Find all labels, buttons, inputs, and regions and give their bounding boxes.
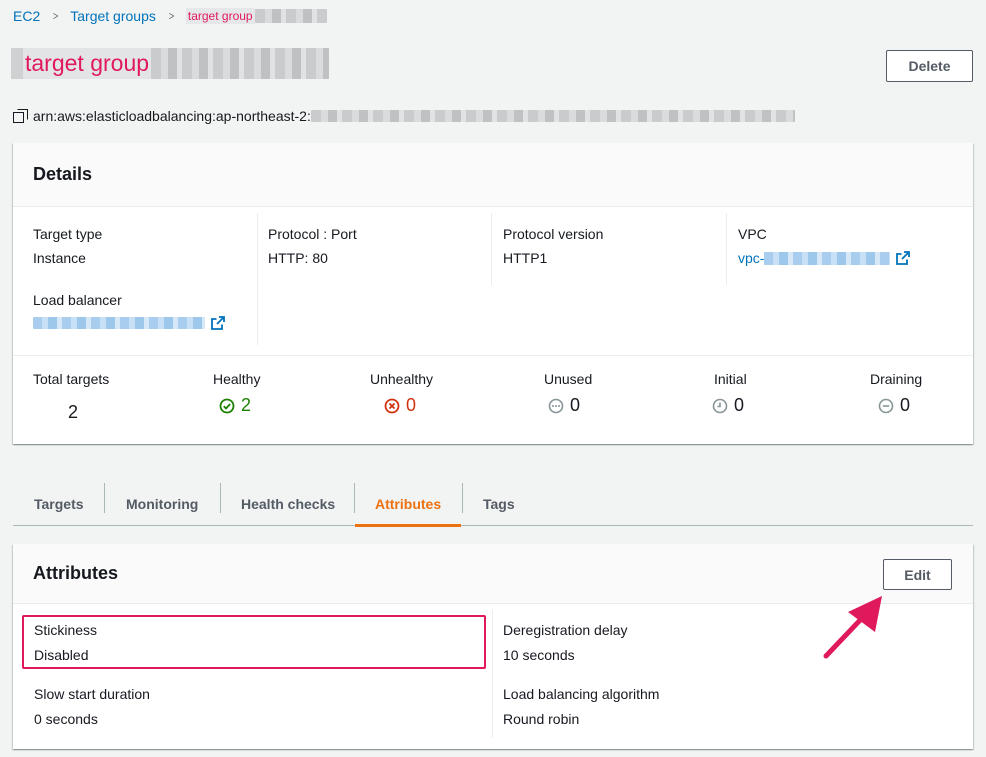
slow-start-value: 0 seconds: [34, 711, 98, 727]
unused-value: 0: [570, 395, 581, 415]
target-type-label: Target type: [33, 226, 103, 242]
copy-icon[interactable]: [13, 109, 28, 123]
healthy-value: 2: [241, 395, 252, 415]
tab-targets[interactable]: Targets: [34, 482, 84, 525]
initial-value: 0: [734, 395, 745, 415]
check-circle-icon: [219, 398, 235, 413]
protocol-port-label: Protocol : Port: [268, 226, 357, 242]
tab-separator: [104, 483, 105, 513]
load-balancer-value[interactable]: [33, 316, 225, 330]
target-type-value: Instance: [33, 250, 86, 266]
load-balancer-link-redacted[interactable]: [33, 317, 205, 329]
arn-text: arn:aws:elasticloadbalancing:ap-northeas…: [33, 108, 311, 124]
tab-separator: [462, 483, 463, 513]
page-title-text: target group: [23, 48, 152, 79]
initial-count: 0: [712, 395, 744, 416]
breadcrumb-separator-icon: >: [52, 9, 59, 23]
arn-redacted: [310, 110, 795, 122]
x-circle-icon: [384, 398, 400, 413]
details-divider: [13, 355, 973, 356]
tab-attributes[interactable]: Attributes: [355, 482, 462, 527]
tab-bar: Targets Monitoring Health checks Attribu…: [13, 482, 973, 527]
details-header: Details: [13, 143, 973, 207]
breadcrumb-current-label: target group: [187, 9, 253, 23]
external-link-icon[interactable]: [211, 316, 225, 330]
attributes-title: Attributes: [33, 563, 118, 583]
delete-button[interactable]: Delete: [886, 50, 973, 82]
unhealthy-label: Unhealthy: [370, 371, 434, 387]
breadcrumb-current-redacted: [254, 9, 327, 23]
tab-health-checks[interactable]: Health checks: [241, 482, 335, 525]
column-divider: [492, 610, 493, 738]
unhealthy-count: 0: [384, 395, 416, 416]
lb-algorithm-label: Load balancing algorithm: [503, 686, 660, 702]
arrow-annotation-icon: [823, 596, 882, 659]
draining-label: Draining: [870, 371, 923, 387]
details-title: Details: [33, 164, 93, 184]
title-redacted: [151, 48, 330, 79]
draining-value: 0: [900, 395, 911, 415]
slow-start-label: Slow start duration: [34, 686, 150, 702]
protocol-port-value: HTTP: 80: [268, 250, 328, 266]
vpc-link[interactable]: vpc-: [738, 250, 764, 266]
deregistration-delay-value: 10 seconds: [503, 647, 575, 663]
ellipsis-circle-icon: [548, 398, 564, 413]
page-title: target group: [11, 48, 330, 79]
column-divider: [257, 213, 258, 345]
tab-monitoring[interactable]: Monitoring: [126, 482, 198, 525]
minus-circle-icon: [878, 398, 894, 413]
initial-label: Initial: [714, 371, 747, 387]
load-balancer-label: Load balancer: [33, 292, 122, 308]
deregistration-delay-label: Deregistration delay: [503, 622, 628, 638]
column-divider: [491, 213, 492, 285]
external-link-icon[interactable]: [896, 251, 911, 265]
total-targets-label: Total targets: [33, 371, 110, 387]
breadcrumb-current: target group: [185, 8, 255, 24]
title-redacted-left: [11, 48, 23, 79]
protocol-version-label: Protocol version: [503, 226, 604, 242]
unhealthy-value: 0: [406, 395, 417, 415]
stickiness-highlight-box: [22, 615, 486, 669]
breadcrumb: EC2 > Target groups > target group: [13, 6, 327, 26]
breadcrumb-separator-icon: >: [168, 9, 175, 23]
vpc-id-redacted[interactable]: [764, 251, 891, 265]
tab-tags[interactable]: Tags: [483, 482, 515, 525]
edit-button[interactable]: Edit: [883, 559, 952, 590]
unused-label: Unused: [544, 371, 593, 387]
breadcrumb-ec2-link[interactable]: EC2: [13, 8, 40, 24]
draining-count: 0: [878, 395, 910, 416]
total-targets-value: 2: [68, 402, 79, 422]
healthy-label: Healthy: [213, 371, 261, 387]
lb-algorithm-value: Round robin: [503, 711, 580, 727]
details-panel: Details Target type Instance Load balanc…: [13, 143, 973, 444]
breadcrumb-target-groups-link[interactable]: Target groups: [70, 8, 156, 24]
column-divider: [726, 213, 727, 285]
vpc-value[interactable]: vpc-: [738, 250, 911, 266]
healthy-count: 2: [219, 395, 251, 416]
tab-separator: [220, 483, 221, 513]
unused-count: 0: [548, 395, 580, 416]
protocol-version-value: HTTP1: [503, 250, 548, 266]
arn-row: arn:aws:elasticloadbalancing:ap-northeas…: [13, 106, 795, 126]
clock-icon: [712, 398, 728, 413]
vpc-label: VPC: [738, 226, 767, 242]
